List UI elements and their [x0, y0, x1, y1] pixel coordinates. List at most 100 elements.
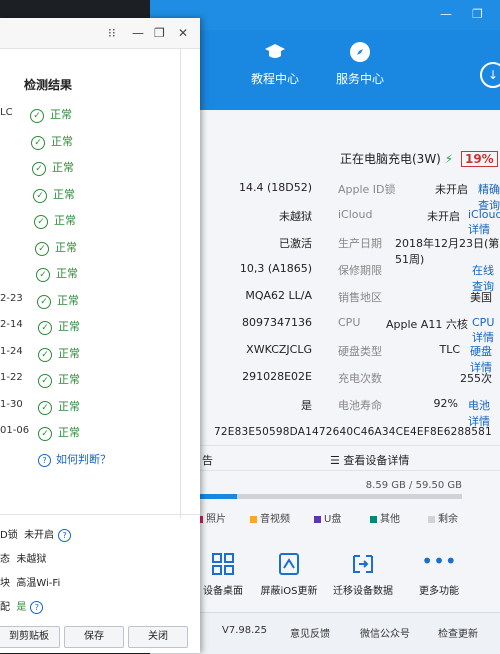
result-item: ✓ 正常: [36, 265, 78, 282]
compass-icon: [350, 42, 370, 62]
menu-icon[interactable]: ⁝⁝: [108, 26, 116, 40]
legend-label: 照片: [206, 514, 226, 525]
nav-tutorial-label: 教程中心: [250, 72, 299, 86]
result-item: ✓ 正常: [30, 106, 72, 123]
legend-label: 音视频: [260, 514, 290, 525]
result-status: 正常: [58, 320, 80, 333]
result-status: 正常: [52, 161, 74, 174]
legend-label: U盘: [324, 514, 342, 525]
check-circle-icon: ✓: [35, 241, 49, 256]
info-label: iCloud: [338, 208, 373, 221]
save-button[interactable]: 保存: [64, 626, 124, 648]
view-details-label: 查看设备详情: [343, 454, 410, 467]
version-label: V7.98.25: [222, 625, 268, 636]
check-update-link[interactable]: 检查更新: [438, 625, 478, 640]
help-icon[interactable]: ?: [58, 529, 72, 542]
info-label: 生产日期: [338, 237, 382, 250]
result-status: 正常: [50, 108, 72, 121]
result-item: ✓ 正常: [38, 345, 80, 362]
result-item: ✓ 正常: [35, 239, 77, 256]
legend-label: 剩余: [438, 514, 458, 525]
maximize-icon[interactable]: ❐: [472, 7, 483, 21]
check-circle-icon: ✓: [38, 347, 52, 362]
info-left-value: MQA62 LL/A: [245, 289, 312, 302]
result-status: 正常: [58, 426, 80, 439]
result-item: ✓ 正常: [38, 318, 80, 335]
legend-swatch: [314, 515, 321, 523]
info-row: 块 高温Wi-Fi: [0, 574, 60, 589]
info-row: 态 未越狱: [0, 550, 46, 565]
battery-badge: 19%: [460, 151, 498, 167]
check-circle-icon: ✓: [38, 400, 52, 415]
tool-migrate-data[interactable]: 迁移设备数据: [328, 552, 398, 597]
how-to-judge-link[interactable]: ? 如何判断？: [38, 451, 111, 467]
tool-label: 屏蔽iOS更新: [260, 586, 318, 597]
legend-item: U盘: [314, 510, 341, 525]
info-left-value: 10,3 (A1865): [239, 262, 312, 275]
report-fragment[interactable]: 告: [202, 452, 213, 468]
nav-service-center[interactable]: 服务中心: [325, 40, 395, 87]
info-value: 未开启: [435, 183, 468, 196]
result-status: 正常: [54, 214, 76, 227]
legend-label: 其他: [380, 514, 400, 525]
info-left-value: 未越狱: [279, 210, 312, 223]
result-row-label: 1-24: [0, 345, 23, 357]
result-item: ✓ 正常: [34, 212, 76, 229]
storage-used-fill: [200, 494, 237, 499]
info-label: 保修期限: [338, 264, 382, 277]
result-item: ✓ 正常: [31, 133, 73, 150]
result-titlebar: ⁝⁝ — ❐ ✕: [0, 18, 200, 49]
close-button[interactable]: 关闭: [128, 626, 188, 648]
storage-bar: [200, 494, 462, 499]
nav-tutorial-center[interactable]: 教程中心: [240, 40, 310, 87]
wechat-link[interactable]: 微信公众号: [360, 625, 410, 640]
info-row: 未越狱 iCloud 未开启 iCloud详情: [200, 205, 500, 236]
grid-icon: [212, 553, 234, 575]
copy-to-clipboard-button[interactable]: 到剪贴板: [0, 626, 60, 648]
info-value: 未越狱: [16, 554, 47, 565]
result-item: ✓ 正常: [38, 424, 80, 441]
check-circle-icon: ✓: [37, 294, 51, 309]
graduation-cap-icon: [265, 44, 285, 58]
info-row: 是 电池寿命 92% 电池详情: [200, 394, 500, 428]
view-details-button[interactable]: ☰ 查看设备详情: [330, 452, 409, 468]
result-item: ✓ 正常: [38, 371, 80, 388]
legend-swatch: [370, 515, 377, 523]
more-icon: •••: [421, 549, 457, 573]
info-row: 8097347136 CPU Apple A11 六核 CPU详情: [200, 313, 500, 344]
download-icon[interactable]: ↓: [480, 62, 500, 88]
info-link[interactable]: 电池详情: [468, 397, 500, 429]
info-row: 已激活 生产日期 2018年12月23日(第51周): [200, 232, 500, 266]
tool-more[interactable]: ••• 更多功能: [404, 549, 474, 597]
feedback-link[interactable]: 意见反馈: [290, 625, 330, 640]
minimize-icon[interactable]: —: [132, 26, 144, 40]
nav-service-label: 服务中心: [335, 72, 384, 86]
legend-item: 其他: [370, 510, 400, 525]
info-label: D锁: [0, 530, 18, 541]
result-row-label: 1-30: [0, 398, 23, 410]
help-icon: ?: [38, 453, 51, 467]
divider: [200, 470, 500, 471]
info-label: Apple ID锁: [338, 183, 396, 196]
close-icon[interactable]: ✕: [178, 26, 188, 40]
result-status: 正常: [51, 134, 73, 148]
column-divider: [180, 48, 181, 518]
legend-item: 剩余: [428, 510, 458, 525]
info-value: 高温Wi-Fi: [16, 578, 61, 589]
legend-item: 照片: [196, 510, 226, 525]
help-icon[interactable]: ?: [30, 601, 44, 614]
tool-block-ios-update[interactable]: 屏蔽iOS更新: [254, 552, 324, 597]
legend-item: 音视频: [250, 510, 290, 525]
info-label: 销售地区: [338, 291, 382, 304]
divider: [0, 514, 200, 515]
info-left-value: 8097347136: [242, 316, 312, 329]
info-row: MQA62 LL/A 销售地区 美国: [200, 286, 500, 313]
how-to-judge-label: 如何判断？: [56, 452, 111, 466]
info-row: 10,3 (A1865) 保修期限 在线查询: [200, 259, 500, 293]
check-circle-icon: ✓: [31, 135, 45, 150]
info-value: 未开启: [24, 530, 55, 541]
result-status: 正常: [57, 293, 79, 307]
restore-icon[interactable]: ❐: [154, 26, 165, 40]
minimize-icon[interactable]: —: [440, 7, 452, 21]
charging-text: 正在电脑充电(3W): [340, 152, 441, 166]
